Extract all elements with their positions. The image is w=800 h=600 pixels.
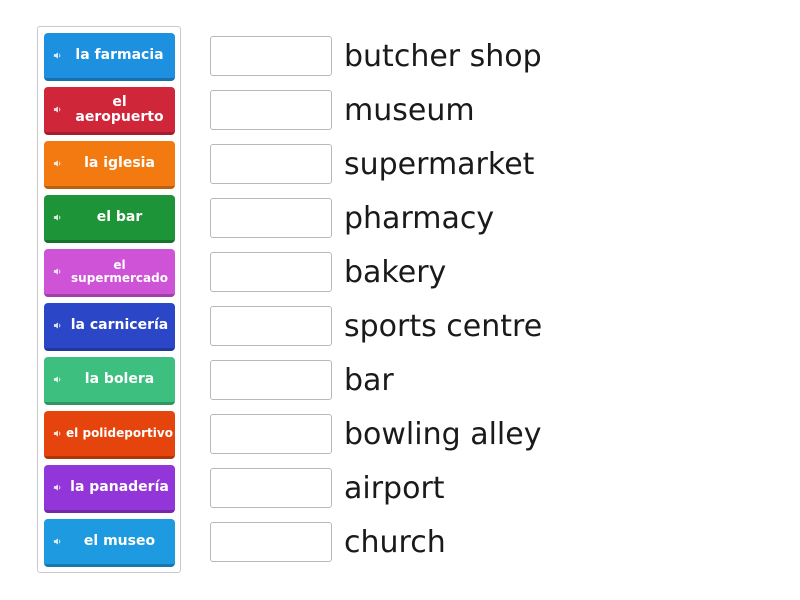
answer-text: bar [344, 362, 394, 398]
drop-zone[interactable] [210, 360, 332, 400]
drop-zone[interactable] [210, 90, 332, 130]
tile-el-museo[interactable]: el museo [44, 519, 175, 567]
tile-label: el aeropuerto [75, 93, 164, 125]
answer-text: bakery [344, 254, 447, 290]
drop-zone[interactable] [210, 252, 332, 292]
answer-row: butcher shop [210, 34, 542, 78]
tile-label: el supermercado [71, 257, 168, 285]
drop-zone[interactable] [210, 414, 332, 454]
tile-la-bolera[interactable]: la bolera [44, 357, 175, 405]
answer-row: bowling alley [210, 412, 541, 456]
answer-row: airport [210, 466, 445, 510]
answer-text: bowling alley [344, 416, 542, 452]
speaker-icon[interactable] [52, 483, 62, 493]
speaker-icon[interactable] [52, 537, 62, 547]
tile-label: la bolera [84, 371, 155, 388]
drop-zone[interactable] [210, 36, 332, 76]
tile-label: la farmacia [75, 47, 164, 64]
tile-el-aeropuerto[interactable]: el aeropuerto [44, 87, 175, 135]
speaker-icon[interactable] [52, 159, 62, 169]
answer-row: museum [210, 88, 475, 132]
speaker-icon[interactable] [52, 321, 62, 331]
tile-el-supermercado[interactable]: el supermercado [44, 249, 175, 297]
tile-label: el museo [83, 533, 156, 550]
drop-zone[interactable] [210, 522, 332, 562]
answer-text: church [344, 524, 446, 560]
speaker-icon[interactable] [52, 429, 62, 439]
tile-label: la carnicería [70, 317, 169, 334]
drop-zone[interactable] [210, 306, 332, 346]
speaker-icon[interactable] [52, 105, 62, 115]
speaker-icon[interactable] [52, 51, 62, 61]
tile-la-iglesia[interactable]: la iglesia [44, 141, 175, 189]
answer-row: pharmacy [210, 196, 494, 240]
answer-text: sports centre [344, 308, 543, 344]
answer-row: bar [210, 358, 394, 402]
answer-text: supermarket [344, 146, 535, 182]
tile-label: el bar [96, 209, 143, 226]
answer-text: butcher shop [344, 38, 542, 74]
drop-zone[interactable] [210, 198, 332, 238]
answer-row: supermarket [210, 142, 534, 186]
answer-row: sports centre [210, 304, 542, 348]
match-up-activity: la farmacia el aeropuerto la iglesia el … [0, 0, 800, 600]
tile-label: la panadería [70, 479, 169, 496]
answer-text: museum [344, 92, 475, 128]
answer-row: church [210, 520, 446, 564]
tile-la-panaderia[interactable]: la panadería [44, 465, 175, 513]
speaker-icon[interactable] [52, 213, 62, 223]
tile-la-farmacia[interactable]: la farmacia [44, 33, 175, 81]
drop-zone[interactable] [210, 144, 332, 184]
answer-text: airport [344, 470, 445, 506]
tile-el-bar[interactable]: el bar [44, 195, 175, 243]
drop-zone[interactable] [210, 468, 332, 508]
answer-text: pharmacy [344, 200, 495, 236]
tile-label: el polideportivo [66, 426, 173, 441]
speaker-icon[interactable] [52, 375, 62, 385]
answer-row: bakery [210, 250, 446, 294]
speaker-icon[interactable] [52, 267, 62, 277]
tile-panel: la farmacia el aeropuerto la iglesia el … [37, 26, 181, 573]
tile-el-polideportivo[interactable]: el polideportivo [44, 411, 175, 459]
tile-la-carniceria[interactable]: la carnicería [44, 303, 175, 351]
tile-label: la iglesia [84, 155, 155, 172]
